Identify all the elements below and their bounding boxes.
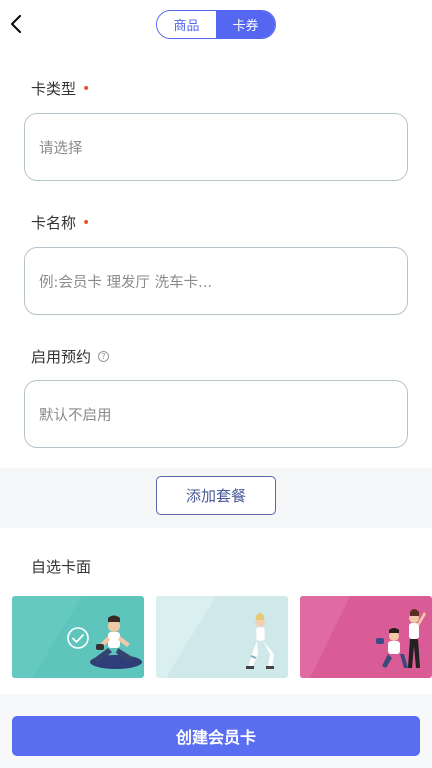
check-circle-icon: [67, 627, 89, 649]
back-button[interactable]: [4, 10, 28, 38]
card-type-select[interactable]: 请选择: [24, 113, 408, 181]
tab-goods[interactable]: 商品: [157, 11, 216, 38]
required-mark: •: [82, 80, 91, 97]
create-membership-card-button[interactable]: 创建会员卡: [12, 716, 420, 756]
card-name-label: 卡名称 •: [31, 214, 91, 232]
card-face-label: 自选卡面: [31, 558, 92, 576]
card-face-list: [0, 596, 432, 678]
segmented-control: 商品 卡券: [156, 10, 276, 39]
card-type-label: 卡类型 •: [31, 80, 91, 98]
fitness-illustration-pink: [300, 596, 432, 678]
add-package-button[interactable]: 添加套餐: [156, 476, 276, 515]
card-name-input[interactable]: 例:会员卡 理发厅 洗车卡...: [24, 247, 408, 315]
card-face-option-light-blue[interactable]: [156, 596, 288, 678]
help-icon[interactable]: ?: [98, 351, 110, 362]
card-face-option-pink[interactable]: [300, 596, 432, 678]
booking-label: 启用预约 ?: [31, 346, 110, 367]
booking-select[interactable]: 默认不启用: [24, 380, 408, 448]
fitness-illustration-light-blue: [156, 596, 288, 678]
chevron-left-icon: [10, 14, 22, 34]
top-bar: 商品 卡券: [0, 0, 432, 48]
card-face-option-teal[interactable]: [12, 596, 144, 678]
required-mark: •: [82, 214, 91, 231]
tab-coupons[interactable]: 卡券: [216, 11, 275, 38]
